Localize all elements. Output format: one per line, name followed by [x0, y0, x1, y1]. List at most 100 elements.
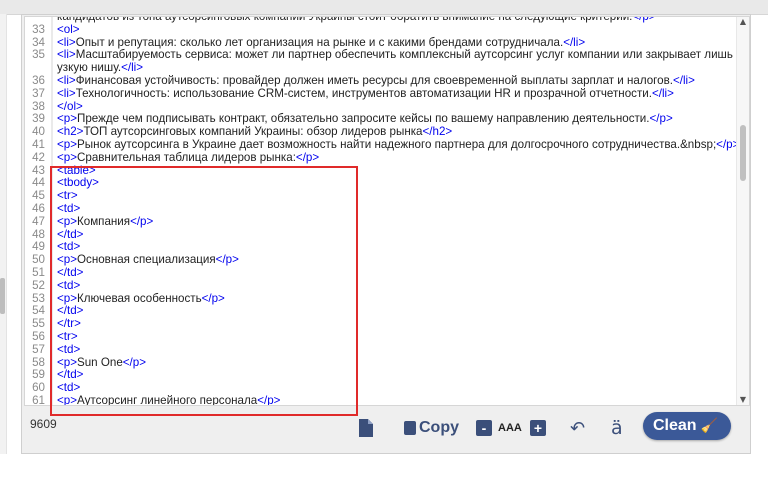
- html-tag: </p>: [295, 150, 320, 164]
- minus-icon: -: [476, 420, 492, 436]
- line-number: 35: [32, 48, 45, 62]
- html-tag: </li>: [672, 73, 695, 87]
- line-content[interactable]: <li>Технологичность: использование CRM-с…: [57, 86, 674, 101]
- gutter-divider: [51, 241, 53, 255]
- html-tag: </p>: [257, 393, 281, 406]
- gutter-divider: [51, 87, 53, 101]
- line-number: 47: [32, 214, 45, 228]
- code-editor[interactable]: кандидатов из топа аутсорсинговых компан…: [24, 16, 750, 406]
- code-line[interactable]: 48 </td>: [25, 228, 739, 242]
- gutter-divider: [51, 49, 53, 63]
- increase-font-button[interactable]: +: [530, 418, 546, 438]
- line-number: 52: [32, 278, 45, 292]
- text-segment: Рынок аутсорсинга в Украине дает возможн…: [77, 137, 717, 151]
- text-segment: Технологичность: использование CRM-систе…: [75, 86, 652, 100]
- html-tag: </p>: [130, 214, 154, 228]
- html-tag: </li>: [563, 35, 586, 49]
- broom-icon: 🧹: [700, 418, 719, 434]
- text-segment: Ключевая особенность: [77, 291, 202, 305]
- html-tag: <li>: [57, 73, 76, 87]
- html-tag: <p>: [57, 291, 77, 305]
- gutter-divider: [51, 356, 53, 370]
- code-line[interactable]: 42 <p>Сравнительная таблица лидеров рынка…: [25, 150, 739, 165]
- text-segment: Основная специализация: [77, 253, 216, 267]
- html-tag: <td>: [57, 278, 81, 292]
- line-content[interactable]: <p>Основная специализация</p>: [57, 253, 239, 267]
- decrease-font-button[interactable]: -: [476, 418, 492, 438]
- code-line[interactable]: 37 <li>Технологичность: использование CRM…: [25, 86, 739, 101]
- html-tag: </td>: [57, 304, 84, 318]
- editor-scrollbar[interactable]: ▲ ▼: [736, 17, 749, 405]
- document-icon[interactable]: [359, 418, 373, 438]
- copy-label: Copy: [419, 419, 459, 436]
- line-number: 37: [32, 86, 45, 100]
- gutter-divider: [51, 330, 53, 344]
- line-content[interactable]: кандидатов из топа аутсорсинговых компан…: [57, 16, 656, 24]
- html-tag: </li>: [651, 86, 674, 100]
- code-line[interactable]: кандидатов из топа аутсорсинговых компан…: [25, 16, 739, 24]
- text-segment: Sun One: [77, 355, 123, 369]
- special-chars-button[interactable]: ä: [611, 417, 623, 439]
- clean-button[interactable]: Clean 🧹: [643, 412, 731, 440]
- line-content[interactable]: <p>Аутсорсинг линейного персонала</p>: [57, 393, 281, 406]
- undo-icon[interactable]: ↶: [570, 418, 585, 439]
- line-number: 51: [32, 265, 45, 279]
- text-segment: Компания: [77, 214, 131, 228]
- line-number: 36: [32, 73, 45, 87]
- gutter-divider: [51, 202, 53, 216]
- gutter-divider: [51, 177, 53, 191]
- html-tag: </p>: [122, 355, 146, 369]
- html-tag: <p>: [57, 137, 77, 151]
- code-line[interactable]: 45 <tr>: [25, 189, 739, 203]
- line-number: 56: [32, 329, 45, 343]
- text-segment: Аутсорсинг линейного персонала: [77, 393, 258, 406]
- code-line[interactable]: 55 </tr>: [25, 317, 739, 331]
- code-line[interactable]: 43 <table>: [25, 164, 739, 178]
- left-scrollbar-thumb[interactable]: [0, 278, 5, 314]
- html-tag: <li>: [57, 48, 76, 62]
- line-number: 60: [32, 381, 45, 395]
- code-lines[interactable]: кандидатов из топа аутсорсинговых компан…: [25, 16, 739, 406]
- text-segment: Масштабируемость сервиса: может ли партн…: [75, 48, 733, 62]
- code-line[interactable]: 47 <p>Компания</p>: [25, 214, 739, 229]
- line-content[interactable]: <p>Сравнительная таблица лидеров рынка:<…: [57, 150, 320, 165]
- code-line[interactable]: 44 <tbody>: [25, 176, 739, 191]
- html-tag: <td>: [57, 342, 81, 356]
- gutter-divider: [51, 23, 53, 37]
- text-segment: Опыт и репутация: сколько лет организаци…: [75, 35, 564, 49]
- copy-button[interactable]: Copy: [404, 418, 459, 438]
- code-line[interactable]: 53 <p>Ключевая особенность</p>: [25, 291, 739, 306]
- code-line[interactable]: 54 </td>: [25, 304, 739, 319]
- gutter-divider: [51, 126, 53, 139]
- font-size-label: AAA: [498, 422, 522, 434]
- text-segment: кандидатов из топа аутсорсинговых компан…: [57, 16, 633, 23]
- gutter-divider: [51, 190, 53, 203]
- code-line[interactable]: 58 <p>Sun One</p>: [25, 355, 739, 370]
- code-line[interactable]: 51 </td>: [25, 265, 739, 280]
- text-segment: Сравнительная таблица лидеров рынка:: [77, 150, 296, 164]
- html-tag: </p>: [215, 253, 239, 267]
- code-line[interactable]: 50 <p>Основная специализация</p>: [25, 253, 739, 267]
- html-tag: </tr>: [57, 317, 81, 331]
- text-segment: Прежде чем подписывать контракт, обязате…: [77, 112, 650, 126]
- html-tag: <td>: [57, 201, 81, 215]
- editor-scrollbar-thumb[interactable]: [740, 125, 746, 181]
- scroll-up-arrow-icon[interactable]: ▲: [737, 17, 749, 27]
- html-tag: <p>: [57, 393, 77, 406]
- line-number: 41: [32, 137, 45, 151]
- gutter-divider: [51, 292, 53, 306]
- gutter-divider: [51, 228, 53, 242]
- text-segment: ТОП аутсорсинговых компаний Украины: обз…: [83, 125, 423, 139]
- left-scrollbar[interactable]: [0, 14, 7, 454]
- code-line[interactable]: 59 </td>: [25, 368, 739, 383]
- html-tag: </p>: [201, 291, 225, 305]
- code-line[interactable]: 56 <tr>: [25, 329, 739, 344]
- html-tag: </p>: [649, 112, 673, 126]
- code-line[interactable]: 61 <p>Аутсорсинг линейного персонала</p>: [25, 393, 739, 406]
- gutter-divider: [51, 113, 53, 127]
- copy-icon: [404, 421, 416, 435]
- scroll-down-arrow-icon[interactable]: ▼: [737, 395, 749, 405]
- line-number: 61: [32, 393, 45, 406]
- html-tag: <tr>: [57, 329, 78, 343]
- line-content[interactable]: <li>Масштабируемость сервиса: может ли п…: [57, 48, 733, 62]
